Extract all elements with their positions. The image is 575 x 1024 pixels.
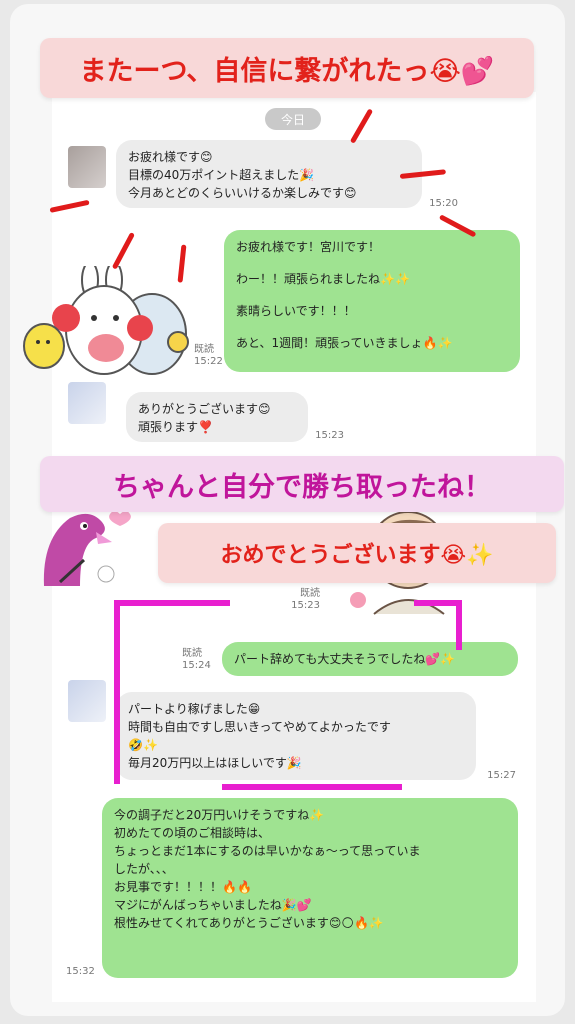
message-line: お見事です！！！！🔥🔥 [114,880,252,894]
message-line: 根性みせてくれてありがとうございます😊🌕🔥✨ [114,916,384,930]
message-line: 初めたての頃のご相談時は、 [114,826,271,840]
message-line: 素晴らしいです！！！ [236,304,356,318]
incoming-message-1: お疲れ様です😊 目標の40万ポイント超えました🎉 今月あとどのくらいいけるか楽し… [116,140,422,208]
message-line: 頑張ります❣️ [138,420,213,434]
outgoing-message-2: お疲れ様です！宮川です！ わー！！頑張られましたね✨✨ 素晴らしいです！！！ あ… [224,230,520,372]
outgoing-message-7: 今の調子だと20万円いけそうですね✨ 初めたての頃のご相談時は、 ちょっとまだ1… [102,798,518,978]
message-line: ちょっとまだ1本にするのは早いかなぁ〜って思っていま [114,844,421,858]
message-line: 🤣✨ [128,738,158,752]
highlight-line [114,600,120,784]
caption-middle: ちゃんと自分で勝ち取ったね！ [40,456,564,512]
message-time: 15:27 [487,770,516,781]
outgoing-message-5: パート辞めても大丈夫そうでしたね💕✨ [222,642,518,676]
message-line: お疲れ様です！宮川です！ [236,240,381,254]
message-line: 今月あとどのくらいいけるか楽しみです😊 [128,186,357,200]
read-label: 既読 [182,648,202,659]
message-line: わー！！頑張られましたね✨✨ [236,272,410,286]
message-line: ありがとうございます😊 [138,402,271,416]
avatar [68,146,106,188]
bunny-cheer-sticker [23,266,189,375]
message-line: 今の調子だと20万円いけそうですね✨ [114,808,325,822]
read-label: 既読 [300,588,320,599]
read-receipt: 既読 15:24 [182,648,218,672]
message-time: 15:23 [291,600,320,611]
message-line: したが、、、 [114,862,174,876]
message-line: マジにがんばっちゃいましたね🎉💕 [114,898,312,912]
message-time: 15:20 [429,198,458,209]
message-time: 15:32 [66,966,95,977]
highlight-line [456,600,462,650]
message-line: あと、1週間！頑張っていきましょ🔥✨ [236,336,453,350]
highlight-line [222,784,402,790]
story-frame: 今日 お疲れ様です😊 目標の40万ポイント超えました🎉 今月あとどのくらいいける… [10,4,565,1016]
pink-creature-sticker [43,511,131,586]
message-line: 時間も自由ですし思いきってやめてよかったです [128,720,391,734]
caption-top: またーつ、自信に繋がれたっ😭💕 [40,38,534,98]
highlight-line [414,600,462,606]
avatar [68,680,106,722]
incoming-message-6: パートより稼げました😁 時間も自由ですし思いきってやめてよかったです 🤣✨ 毎月… [116,692,476,780]
message-line: パート辞めても大丈夫そうでしたね💕✨ [234,652,456,666]
message-line: パートより稼げました😁 [128,702,261,716]
date-label: 今日 [265,108,321,130]
message-line: 目標の40万ポイント超えました🎉 [128,168,315,182]
incoming-message-3: ありがとうございます😊 頑張ります❣️ [126,392,308,442]
avatar [68,382,106,424]
message-line: お疲れ様です😊 [128,150,213,164]
caption-congrats: おめでとうございます😭✨ [158,523,556,583]
read-receipt: 既読 15:23 [280,588,320,612]
highlight-line [114,600,230,606]
message-time: 15:24 [182,660,211,671]
message-time: 15:23 [315,430,344,441]
message-line: 毎月20万円以上はほしいです🎉 [128,756,302,770]
